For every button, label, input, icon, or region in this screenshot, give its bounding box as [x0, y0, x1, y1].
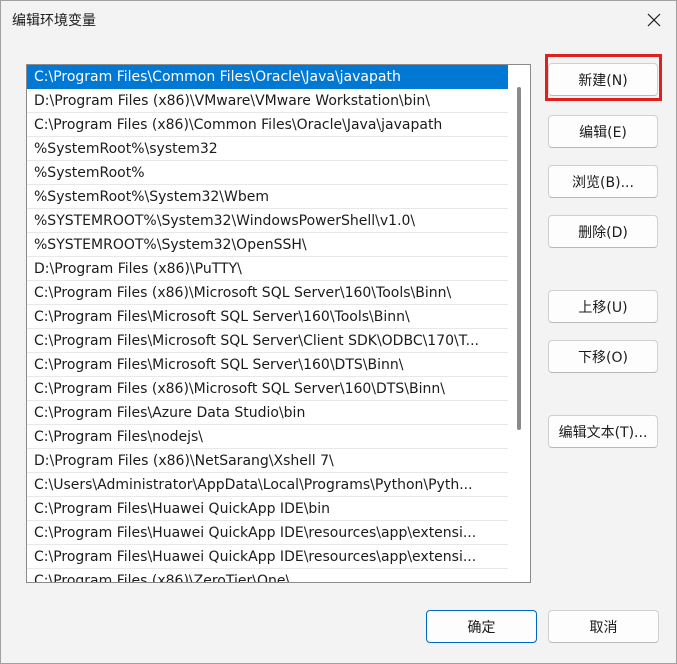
list-item[interactable]: D:\Program Files (x86)\NetSarang\Xshell …	[27, 449, 508, 473]
list-item[interactable]: %SYSTEMROOT%\System32\OpenSSH\	[27, 233, 508, 257]
list-item[interactable]: C:\Program Files\nodejs\	[27, 425, 508, 449]
path-list-items: C:\Program Files\Common Files\Oracle\Jav…	[27, 65, 508, 582]
list-item[interactable]: C:\Program Files (x86)\ZeroTier\One\	[27, 569, 508, 582]
list-item[interactable]: C:\Program Files (x86)\Common Files\Orac…	[27, 113, 508, 137]
close-button[interactable]	[632, 1, 676, 38]
edit-button[interactable]: 编辑(E)	[548, 115, 658, 148]
list-item[interactable]: C:\Program Files (x86)\Microsoft SQL Ser…	[27, 377, 508, 401]
new-button-highlight	[545, 54, 662, 101]
list-item[interactable]: C:\Program Files\Azure Data Studio\bin	[27, 401, 508, 425]
title-bar: 编辑环境变量	[1, 1, 676, 38]
list-item[interactable]: %SYSTEMROOT%\System32\WindowsPowerShell\…	[27, 209, 508, 233]
list-item[interactable]: D:\Program Files (x86)\VMware\VMware Wor…	[27, 89, 508, 113]
delete-button[interactable]: 删除(D)	[548, 215, 658, 248]
move-down-button[interactable]: 下移(O)	[548, 340, 658, 373]
list-item[interactable]: %SystemRoot%\System32\Wbem	[27, 185, 508, 209]
list-item[interactable]: %SystemRoot%\system32	[27, 137, 508, 161]
browse-button[interactable]: 浏览(B)...	[548, 165, 658, 198]
path-list[interactable]: C:\Program Files\Common Files\Oracle\Jav…	[26, 64, 531, 583]
move-up-button[interactable]: 上移(U)	[548, 290, 658, 323]
list-item[interactable]: C:\Program Files\Common Files\Oracle\Jav…	[27, 65, 508, 89]
list-item[interactable]: C:\Program Files\Microsoft SQL Server\16…	[27, 353, 508, 377]
dialog-title: 编辑环境变量	[12, 13, 96, 29]
list-item[interactable]: C:\Users\Administrator\AppData\Local\Pro…	[27, 473, 508, 497]
list-item[interactable]: C:\Program Files\Huawei QuickApp IDE\bin	[27, 497, 508, 521]
list-item[interactable]: D:\Program Files (x86)\PuTTY\	[27, 257, 508, 281]
list-item[interactable]: C:\Program Files\Huawei QuickApp IDE\res…	[27, 545, 508, 569]
edit-environment-variable-dialog: 编辑环境变量 C:\Program Files\Common Files\Ora…	[0, 0, 677, 664]
list-item[interactable]: C:\Program Files\Microsoft SQL Server\Cl…	[27, 329, 508, 353]
edit-text-button[interactable]: 编辑文本(T)...	[548, 415, 658, 448]
list-item[interactable]: C:\Program Files (x86)\Microsoft SQL Ser…	[27, 281, 508, 305]
list-item[interactable]: %SystemRoot%	[27, 161, 508, 185]
close-icon	[647, 13, 661, 26]
ok-button[interactable]: 确定	[426, 610, 537, 643]
list-item[interactable]: C:\Program Files\Microsoft SQL Server\16…	[27, 305, 508, 329]
cancel-button[interactable]: 取消	[548, 610, 659, 643]
list-item[interactable]: C:\Program Files\Huawei QuickApp IDE\res…	[27, 521, 508, 545]
list-scrollbar[interactable]	[517, 87, 521, 430]
